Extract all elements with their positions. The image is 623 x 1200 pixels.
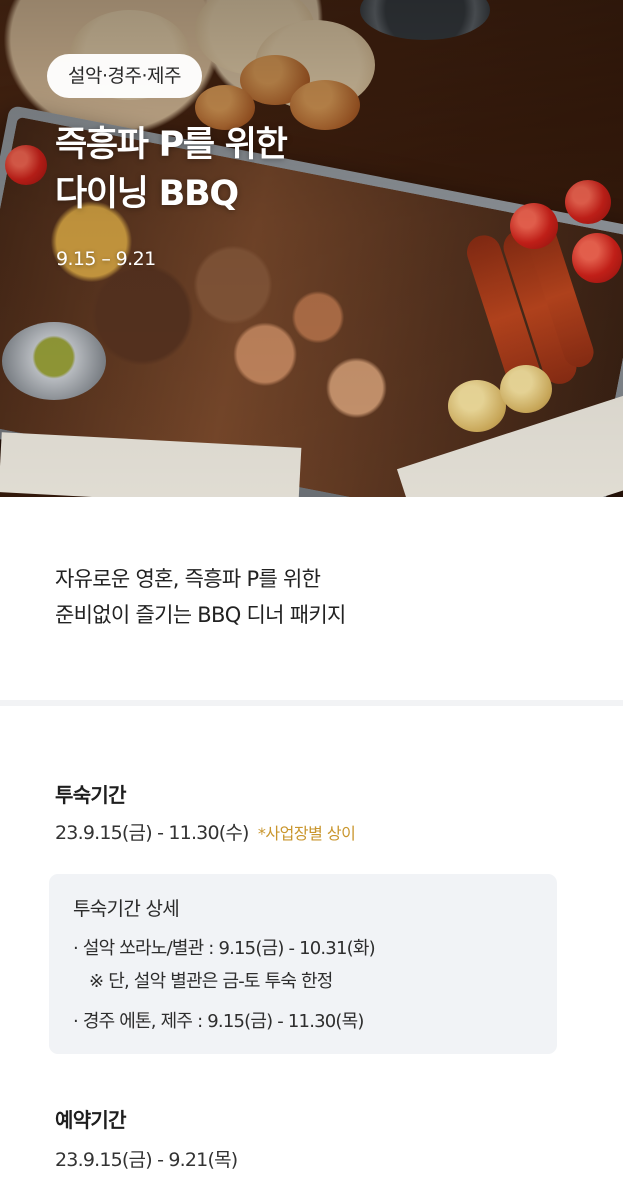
booking-period-label: 예약기간 xyxy=(55,1108,127,1132)
location-tag: 설악·경주·제주 xyxy=(47,54,202,98)
intro-line2: 준비없이 즐기는 BBQ 디너 패키지 xyxy=(55,603,346,627)
intro-line1: 자유로운 영혼, 즉흥파 P를 위한 xyxy=(55,567,321,591)
banner-title-line1: 즉흥파 P를 위한 xyxy=(55,125,288,165)
banner-title: 즉흥파 P를 위한 다이닝 BBQ xyxy=(55,121,475,219)
stay-period-label: 투숙기간 xyxy=(55,783,127,807)
stay-details-note-annex: ※ 단, 설악 별관은 금-토 투숙 한정 xyxy=(89,971,333,992)
hero-banner: 설악·경주·제주 즉흥파 P를 위한 다이닝 BBQ 9.15 – 9.21 xyxy=(0,0,623,497)
stay-details-item-gyeongju-jeju: · 경주 에톤, 제주 : 9.15(금) - 11.30(목) xyxy=(73,1011,364,1032)
stay-details-item-seorak: · 설악 쏘라노/별관 : 9.15(금) - 10.31(화) xyxy=(73,938,376,959)
stay-period-value: 23.9.15(금) - 11.30(수) xyxy=(55,822,249,844)
stay-period-note: *사업장별 상이 xyxy=(257,824,356,843)
intro-text: 자유로운 영혼, 즉흥파 P를 위한 준비없이 즐기는 BBQ 디너 패키지 xyxy=(55,561,575,633)
stay-details-box: 투숙기간 상세 · 설악 쏘라노/별관 : 9.15(금) - 10.31(화)… xyxy=(49,874,557,1054)
booking-period-value: 23.9.15(금) - 9.21(목) xyxy=(55,1149,238,1171)
banner-date: 9.15 – 9.21 xyxy=(56,248,156,270)
stay-details-title: 투숙기간 상세 xyxy=(73,898,180,920)
stay-period-value-row: 23.9.15(금) - 11.30(수) *사업장별 상이 xyxy=(55,818,356,845)
banner-title-line2: 다이닝 BBQ xyxy=(55,174,239,214)
section-divider xyxy=(0,700,623,706)
